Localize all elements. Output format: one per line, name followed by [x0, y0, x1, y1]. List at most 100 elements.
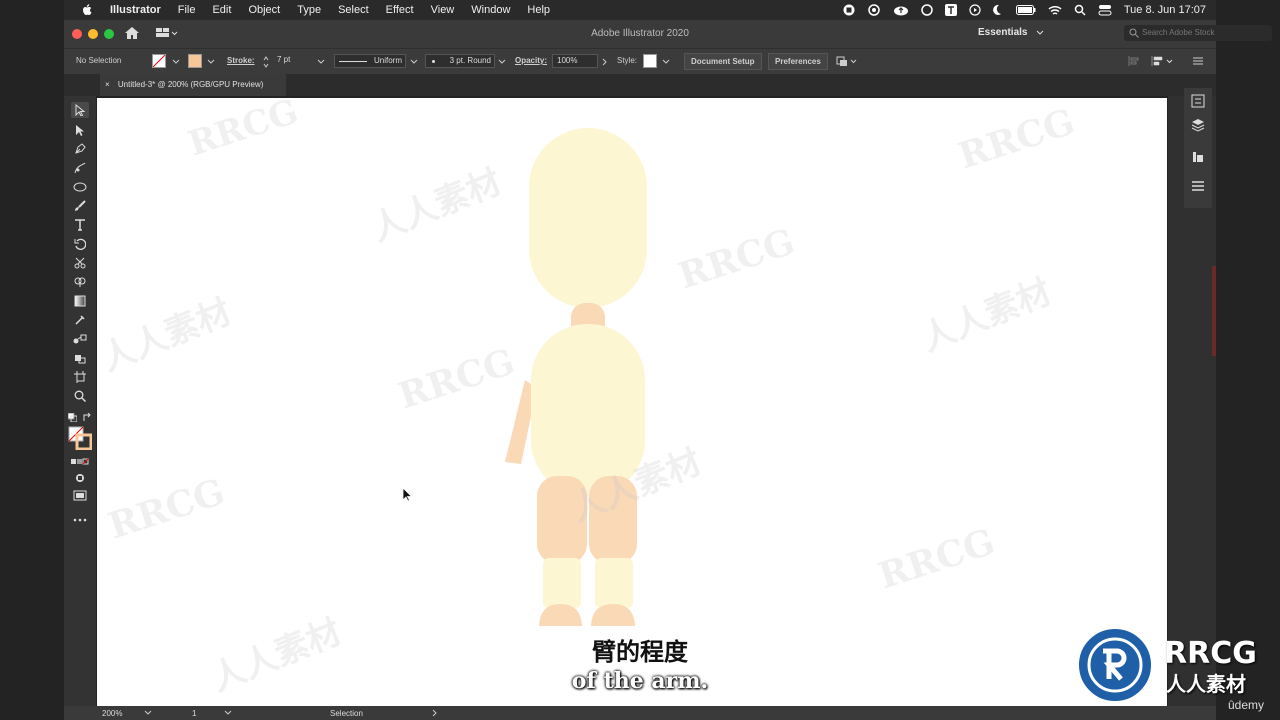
- pen-tool-icon[interactable]: [71, 141, 89, 157]
- menu-type[interactable]: Type: [297, 4, 321, 16]
- swap-colors-icon[interactable]: [83, 409, 92, 425]
- default-colors-icon[interactable]: [68, 409, 77, 425]
- mouse-cursor-icon: [402, 487, 413, 502]
- artboard-tool-icon[interactable]: [71, 369, 89, 385]
- align-panel-icon[interactable]: [1150, 55, 1174, 67]
- menu-view[interactable]: View: [431, 4, 455, 16]
- menu-select[interactable]: Select: [338, 4, 369, 16]
- scissors-tool-icon[interactable]: [71, 255, 89, 271]
- close-tab-icon[interactable]: ×: [105, 80, 110, 89]
- document-setup-button[interactable]: Document Setup: [684, 53, 762, 70]
- selection-status: No Selection: [76, 56, 122, 65]
- workspace-switcher[interactable]: Essentials: [978, 27, 1027, 38]
- control-bar: No Selection Stroke: 7 pt Uniform 3 pt. …: [64, 48, 1216, 75]
- eyedropper-tool-icon[interactable]: [71, 312, 89, 328]
- selection-tool-icon[interactable]: [71, 102, 89, 118]
- stroke-label[interactable]: Stroke:: [227, 56, 255, 65]
- layers-panel-icon[interactable]: [1191, 118, 1205, 132]
- character-artwork[interactable]: [97, 98, 1167, 706]
- chevron-down-icon[interactable]: [317, 59, 325, 65]
- graphic-style-swatch[interactable]: [643, 54, 657, 68]
- chevron-down-icon[interactable]: [1036, 30, 1044, 36]
- rrcg-brand-text: RRCG: [1164, 636, 1257, 671]
- play-circle-icon[interactable]: [969, 4, 981, 16]
- brush-definition-label: 3 pt. Round: [449, 56, 491, 65]
- text-app-icon[interactable]: [944, 4, 957, 16]
- artboard-number-field[interactable]: 1: [192, 709, 196, 718]
- menu-file[interactable]: File: [178, 4, 196, 16]
- adobe-stock-search-input[interactable]: Search Adobe Stock: [1124, 25, 1272, 41]
- fill-none-swatch[interactable]: [152, 54, 166, 68]
- cloud-upload-icon[interactable]: [893, 4, 909, 16]
- document-tab[interactable]: × Untitled-3* @ 200% (RGB/GPU Preview): [100, 74, 286, 96]
- menu-effect[interactable]: Effect: [386, 4, 414, 16]
- character-shin-left[interactable]: [543, 558, 581, 608]
- gradient-tool-icon[interactable]: [71, 293, 89, 309]
- character-head[interactable]: [529, 128, 647, 308]
- menu-edit[interactable]: Edit: [212, 4, 231, 16]
- menu-lines-icon[interactable]: [1191, 180, 1205, 192]
- draw-mode-icon[interactable]: [71, 470, 89, 486]
- chevron-down-icon[interactable]: [410, 59, 418, 65]
- control-center-icon[interactable]: [1098, 4, 1112, 16]
- menu-window[interactable]: Window: [471, 4, 510, 16]
- paintbrush-tool-icon[interactable]: [71, 198, 89, 214]
- symbol-sprayer-tool-icon[interactable]: [71, 350, 89, 366]
- chevron-right-icon[interactable]: [602, 58, 608, 66]
- artboard-canvas[interactable]: RRCG RRCG RRCG 人人素材 人人素材 人人素材 RRCG 人人素材 …: [97, 98, 1167, 706]
- search-icon: [1129, 28, 1139, 38]
- record-icon[interactable]: [843, 4, 855, 16]
- current-tool-status: Selection: [330, 709, 363, 718]
- zoom-level-field[interactable]: 200%: [102, 709, 122, 718]
- blend-tool-icon[interactable]: [71, 331, 89, 347]
- opacity-field[interactable]: 100%: [552, 54, 598, 68]
- wifi-icon[interactable]: [1048, 5, 1062, 16]
- libraries-panel-icon[interactable]: [1191, 150, 1205, 164]
- curvature-tool-icon[interactable]: [71, 160, 89, 176]
- stroke-weight-field[interactable]: 7 pt: [273, 54, 315, 68]
- opacity-label[interactable]: Opacity:: [515, 56, 547, 65]
- screen-mode-icon[interactable]: [71, 488, 89, 504]
- chevron-down-icon[interactable]: [498, 59, 506, 65]
- menu-clock[interactable]: Tue 8. Jun 17:07: [1124, 4, 1206, 16]
- more-tools-icon[interactable]: [71, 512, 89, 528]
- stroke-color-swatch[interactable]: [188, 54, 202, 68]
- menu-extras: Tue 8. Jun 17:07: [843, 0, 1206, 20]
- udemy-logo: ûdemy: [1228, 698, 1265, 712]
- menu-app-name[interactable]: Illustrator: [110, 4, 161, 16]
- chevron-down-icon[interactable]: [172, 59, 180, 65]
- color-mode-icons[interactable]: [71, 454, 89, 470]
- stepper-icon[interactable]: [263, 56, 269, 68]
- zoom-tool-icon[interactable]: [71, 388, 89, 404]
- character-shin-right[interactable]: [595, 558, 633, 608]
- stroke-profile-label: Uniform: [373, 56, 402, 65]
- chevron-down-icon[interactable]: [144, 710, 152, 716]
- moon-icon[interactable]: [992, 4, 1004, 16]
- arrange-icon[interactable]: [836, 55, 858, 67]
- chevron-down-icon[interactable]: [207, 59, 215, 65]
- preferences-button[interactable]: Preferences: [768, 53, 828, 70]
- brush-definition-select[interactable]: 3 pt. Round: [425, 54, 495, 68]
- apple-icon[interactable]: [82, 4, 93, 16]
- chevron-right-icon[interactable]: [432, 709, 438, 717]
- chevron-down-icon[interactable]: [224, 710, 232, 716]
- direct-selection-tool-icon[interactable]: [71, 122, 89, 138]
- battery-icon[interactable]: [1015, 5, 1036, 15]
- menu-help[interactable]: Help: [527, 4, 550, 16]
- spotlight-search-icon[interactable]: [1074, 4, 1086, 16]
- vertical-scrollbar[interactable]: [1212, 266, 1216, 356]
- type-tool-icon[interactable]: [71, 217, 89, 233]
- search-circle-icon[interactable]: [921, 4, 933, 16]
- stroke-profile-select[interactable]: Uniform: [334, 54, 406, 68]
- align-left-icon[interactable]: [1128, 55, 1140, 67]
- creative-cloud-icon[interactable]: [867, 4, 881, 16]
- rotate-tool-icon[interactable]: [71, 236, 89, 252]
- properties-panel-icon[interactable]: [1191, 94, 1205, 108]
- chevron-down-icon[interactable]: [662, 59, 670, 65]
- menu-object[interactable]: Object: [248, 4, 280, 16]
- shape-builder-tool-icon[interactable]: [71, 274, 89, 290]
- fill-stroke-swatches[interactable]: [68, 426, 92, 450]
- style-label: Style:: [617, 56, 638, 65]
- panel-menu-icon[interactable]: [1192, 55, 1204, 67]
- ellipse-tool-icon[interactable]: [71, 179, 89, 195]
